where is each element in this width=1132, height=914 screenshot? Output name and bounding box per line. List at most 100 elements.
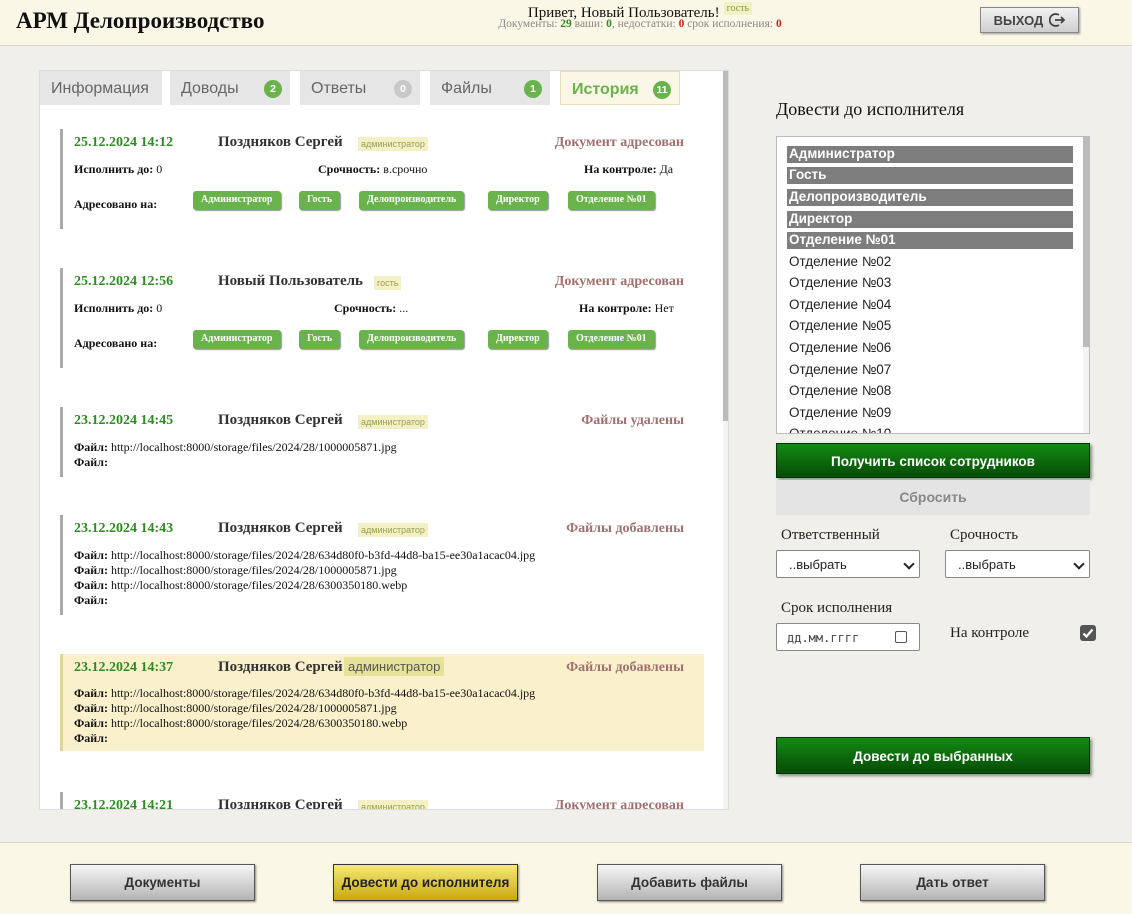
chevron-down-icon xyxy=(903,558,915,570)
assign-selected-button[interactable]: Довести до выбранных xyxy=(776,737,1090,774)
docs-count: 29 xyxy=(560,18,572,30)
entry-role-badge: администратор xyxy=(358,137,428,151)
tab-count-badge: 2 xyxy=(264,80,282,98)
file-line: Файл: http://localhost:8000/storage/file… xyxy=(74,563,397,578)
recipient-chip: Отделение №01 xyxy=(568,330,655,349)
file-line: Файл: http://localhost:8000/storage/file… xyxy=(74,578,407,593)
exit-button[interactable]: ВЫХОД xyxy=(980,7,1079,33)
file-line: Файл: xyxy=(74,593,108,608)
field-label: Срочность: xyxy=(334,301,397,315)
get-staff-button[interactable]: Получить список сотрудников xyxy=(776,443,1090,478)
entry-role-badge: администратор xyxy=(358,415,428,429)
reset-button[interactable]: Сбросить xyxy=(776,480,1090,515)
file-url[interactable]: http://localhost:8000/storage/files/2024… xyxy=(111,563,397,577)
file-line: Файл: http://localhost:8000/storage/file… xyxy=(74,548,535,563)
executor-option[interactable]: Гость xyxy=(787,167,1073,184)
recipient-chip: Гость xyxy=(299,330,341,349)
executor-option[interactable]: Отделение №06 xyxy=(787,340,1073,357)
file-label: Файл: xyxy=(74,440,108,454)
entry-date: 25.12.2024 12:56 xyxy=(74,274,174,289)
executor-option[interactable]: Отделение №02 xyxy=(787,254,1073,271)
scrollbar-thumb[interactable] xyxy=(1083,137,1089,347)
recipient-chip: Гость xyxy=(299,191,341,210)
entry-action: Документ адресован xyxy=(554,798,684,810)
executor-option[interactable]: Администратор xyxy=(787,146,1073,163)
tab-label: Информация xyxy=(51,80,149,97)
assign-heading: Довести до исполнителя xyxy=(776,99,965,119)
field-value: в.срочно xyxy=(383,162,428,176)
entry-control: На контроле: Нет xyxy=(579,301,674,316)
docs-label: Документы: xyxy=(498,18,558,30)
executor-option[interactable]: Отделение №05 xyxy=(787,318,1073,335)
executor-option[interactable]: Директор xyxy=(787,211,1073,228)
executor-option[interactable]: Отделение №07 xyxy=(787,362,1073,379)
responsible-select[interactable]: ..выбрать xyxy=(776,550,920,578)
executor-option[interactable]: Делопроизводитель xyxy=(787,189,1073,206)
executor-option[interactable]: Отделение №09 xyxy=(787,405,1073,422)
file-url[interactable]: http://localhost:8000/storage/files/2024… xyxy=(111,440,397,454)
tab-information[interactable]: Информация xyxy=(40,71,162,105)
assign-executor-button[interactable]: Довести до исполнителя xyxy=(333,864,518,901)
entry-action: Файлы удалены xyxy=(581,413,684,428)
listbox-scrollbar[interactable] xyxy=(1083,137,1089,433)
file-line: Файл: xyxy=(74,455,108,470)
history-entry: 23.12.2024 14:21 Поздняков Сергей админи… xyxy=(60,792,704,810)
entry-addressed: Адресовано на: xyxy=(74,336,157,351)
tab-files[interactable]: Файлы 1 xyxy=(430,71,550,105)
executor-option[interactable]: Отделение №03 xyxy=(787,275,1073,292)
executor-listbox[interactable]: Администратор Гость Делопроизводитель Ди… xyxy=(776,136,1090,434)
tab-label: Файлы xyxy=(441,80,492,97)
select-value: ..выбрать xyxy=(958,557,1016,572)
file-url[interactable]: http://localhost:8000/storage/files/2024… xyxy=(111,716,407,730)
field-label: На контроле: xyxy=(584,162,657,176)
deadline-count: 0 xyxy=(775,18,782,30)
add-files-button[interactable]: Добавить файлы xyxy=(597,864,782,901)
recipient-chip: Директор xyxy=(488,191,548,210)
reply-button[interactable]: Дать ответ xyxy=(860,864,1045,901)
file-line: Файл: http://localhost:8000/storage/file… xyxy=(74,716,407,731)
control-checkbox[interactable] xyxy=(1080,625,1096,641)
entry-date: 25.12.2024 14:12 xyxy=(74,135,174,150)
history-entry-highlighted: 23.12.2024 14:37 Поздняков Сергей админи… xyxy=(60,654,704,751)
tab-arguments[interactable]: Доводы 2 xyxy=(170,71,290,105)
document-stats: Документы: 29 ваши: 0, недостатки: 0 сро… xyxy=(430,18,850,30)
deadline-field-label: Срок исполнения xyxy=(781,600,893,616)
entry-control: На контроле: Да xyxy=(584,162,673,177)
checkmark-icon xyxy=(1082,628,1094,639)
documents-button[interactable]: Документы xyxy=(70,864,255,901)
file-url[interactable]: http://localhost:8000/storage/files/2024… xyxy=(111,686,535,700)
top-bar: АРМ Делопроизводство Привет, Новый Польз… xyxy=(0,0,1132,46)
defects-count: 0 xyxy=(678,18,685,30)
responsible-label: Ответственный xyxy=(781,527,880,543)
history-entry: 25.12.2024 12:56 Новый Пользователь гост… xyxy=(60,268,704,368)
tab-label: Доводы xyxy=(181,80,239,97)
scrollbar-thumb[interactable] xyxy=(723,71,728,421)
history-scrollbar[interactable] xyxy=(723,71,728,809)
calendar-icon[interactable] xyxy=(895,631,907,643)
defects-label: , недостатки: xyxy=(611,18,676,30)
file-line: Файл: http://localhost:8000/storage/file… xyxy=(74,686,535,701)
field-value: Нет xyxy=(654,301,674,315)
deadline-date-input[interactable]: дд.мм.гггг xyxy=(776,623,920,651)
chevron-down-icon xyxy=(1073,558,1085,570)
file-url[interactable]: http://localhost:8000/storage/files/2024… xyxy=(111,548,535,562)
date-placeholder: дд.мм.гггг xyxy=(787,631,860,645)
file-url[interactable]: http://localhost:8000/storage/files/2024… xyxy=(111,578,407,592)
tab-history[interactable]: История 11 xyxy=(560,71,680,105)
field-value: ... xyxy=(399,301,409,315)
field-label: На контроле: xyxy=(579,301,652,315)
recipient-chip: Отделение №01 xyxy=(568,191,655,210)
field-label: Исполнить до: xyxy=(74,162,154,176)
executor-option[interactable]: Отделение №08 xyxy=(787,383,1073,400)
executor-option[interactable]: Отделение №01 xyxy=(787,232,1073,249)
history-list: 25.12.2024 14:12 Поздняков Сергей админи… xyxy=(40,106,726,810)
field-value: Да xyxy=(659,162,674,176)
file-label: Файл: xyxy=(74,563,108,577)
field-value: 0 xyxy=(156,301,163,315)
field-label: Адресовано на: xyxy=(74,197,158,211)
file-url[interactable]: http://localhost:8000/storage/files/2024… xyxy=(111,701,397,715)
executor-option[interactable]: Отделение №10 xyxy=(787,426,1073,433)
tab-answers[interactable]: Ответы 0 xyxy=(300,71,420,105)
urgency-select[interactable]: ..выбрать xyxy=(945,550,1090,578)
executor-option[interactable]: Отделение №04 xyxy=(787,297,1073,314)
